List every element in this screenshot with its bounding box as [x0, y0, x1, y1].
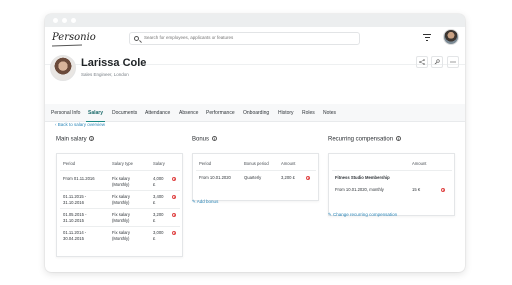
- row-divider: [60, 208, 180, 209]
- salary-cell: £: [153, 199, 156, 205]
- tab-attendance[interactable]: Attendance: [145, 104, 170, 122]
- profile-tabs: Personal Info Salary Documents Attendanc…: [45, 104, 465, 122]
- recurring-compensation-title-text: Recurring compensation: [328, 136, 394, 143]
- search-box[interactable]: [129, 32, 360, 45]
- salary-cell: £: [153, 217, 156, 223]
- pencil-icon: ✎: [192, 199, 196, 204]
- back-to-salary-overview-link[interactable]: ‹ Back to salary overview: [55, 122, 105, 127]
- bonus-card: Period Bonus period Amount From 10.01.20…: [192, 153, 319, 201]
- profile-header: Larissa Cole Sales Engineer, London: [45, 54, 465, 104]
- search-icon: [134, 36, 139, 41]
- column-header: Bonus period: [244, 161, 269, 166]
- main-salary-title: Main salary i: [56, 136, 95, 143]
- remove-icon[interactable]: [172, 177, 176, 181]
- remove-icon[interactable]: [441, 188, 445, 192]
- remove-icon[interactable]: [172, 213, 176, 217]
- window-dot-icon: [53, 18, 58, 23]
- amount-cell: 3,200 £: [281, 175, 295, 180]
- tab-absence[interactable]: Absence: [179, 104, 198, 122]
- period-cell: 31.10.2016: [63, 199, 84, 205]
- employee-subtitle: Sales Engineer, London: [81, 72, 129, 77]
- more-button[interactable]: [447, 56, 459, 68]
- tab-salary[interactable]: Salary: [85, 104, 106, 122]
- period-cell: From 10.01.2020: [199, 175, 231, 180]
- salary-type-cell: (Monthly): [112, 217, 130, 223]
- column-header: Amount: [412, 161, 427, 166]
- window-titlebar: [45, 14, 465, 27]
- main-salary-card: Period Salary type Salary From 01.11.201…: [56, 153, 183, 257]
- salary-type-cell: (Monthly): [112, 181, 130, 187]
- info-icon[interactable]: i: [395, 136, 401, 141]
- share-button[interactable]: [416, 56, 428, 68]
- column-header: Period: [199, 161, 212, 166]
- search-input[interactable]: [144, 35, 354, 40]
- row-divider: [60, 170, 180, 171]
- tab-history[interactable]: History: [278, 104, 294, 122]
- remove-icon[interactable]: [172, 195, 176, 199]
- bonus-title: Bonus i: [192, 136, 217, 143]
- salary-cell: £: [153, 235, 156, 241]
- period-cell: From 10.01.2020, monthly: [335, 187, 384, 192]
- bonus-title-text: Bonus: [192, 136, 210, 143]
- pencil-icon: ✎: [328, 212, 332, 217]
- app-window: Personio Larissa Cole Sales Engineer, Lo…: [45, 14, 465, 272]
- profile-photo: [50, 55, 76, 81]
- recurring-item-name: Fitness Studio Membership: [335, 175, 390, 180]
- tab-performance[interactable]: Performance: [206, 104, 235, 122]
- window-dot-icon: [62, 18, 67, 23]
- filter-icon[interactable]: [423, 34, 431, 41]
- share-icon: [419, 59, 425, 65]
- logo-underline: [51, 44, 83, 47]
- amount-cell: 15 €: [412, 187, 421, 192]
- more-icon: [450, 61, 456, 63]
- window-dot-icon: [71, 18, 76, 23]
- recurring-compensation-card: Amount Fitness Studio Membership From 10…: [328, 153, 455, 216]
- main-salary-title-text: Main salary: [56, 136, 87, 143]
- add-bonus-link[interactable]: ✎ Add bonus: [192, 199, 218, 205]
- column-header: Amount: [281, 161, 296, 166]
- row-divider: [332, 170, 452, 171]
- add-bonus-label: Add bonus: [196, 199, 219, 204]
- row-divider: [196, 170, 316, 171]
- key-button[interactable]: [431, 56, 443, 68]
- period-cell: 31.10.2015: [63, 217, 84, 223]
- tab-documents[interactable]: Documents: [112, 104, 137, 122]
- salary-type-cell: (Monthly): [112, 235, 130, 241]
- recurring-compensation-title: Recurring compensation i: [328, 136, 401, 143]
- column-header: Salary type: [112, 161, 133, 166]
- remove-icon[interactable]: [306, 176, 310, 180]
- remove-icon[interactable]: [172, 231, 176, 235]
- column-header: Salary: [153, 161, 165, 166]
- salary-cell: £: [153, 181, 156, 187]
- info-icon[interactable]: i: [89, 136, 95, 141]
- tab-notes[interactable]: Notes: [323, 104, 336, 122]
- key-icon: [434, 59, 440, 65]
- change-recurring-compensation-link[interactable]: ✎ Change recurring compensation: [328, 212, 397, 218]
- row-divider: [60, 226, 180, 227]
- user-avatar[interactable]: [443, 29, 459, 45]
- salary-type-cell: (Monthly): [112, 199, 130, 205]
- tab-roles[interactable]: Roles: [302, 104, 315, 122]
- bonus-period-cell: Quarterly: [244, 175, 262, 180]
- column-header: Period: [63, 161, 76, 166]
- tab-onboarding[interactable]: Onboarding: [243, 104, 269, 122]
- change-recurring-compensation-label: Change recurring compensation: [333, 212, 398, 217]
- logo: Personio: [52, 32, 96, 43]
- row-divider: [60, 190, 180, 191]
- tab-personal-info[interactable]: Personal Info: [51, 104, 80, 122]
- period-cell: 30.04.2015: [63, 235, 84, 241]
- back-link-label: Back to salary overview: [57, 122, 106, 127]
- employee-name: Larissa Cole: [81, 57, 147, 69]
- period-cell: From 01.11.2016: [63, 176, 95, 181]
- info-icon[interactable]: i: [211, 136, 217, 141]
